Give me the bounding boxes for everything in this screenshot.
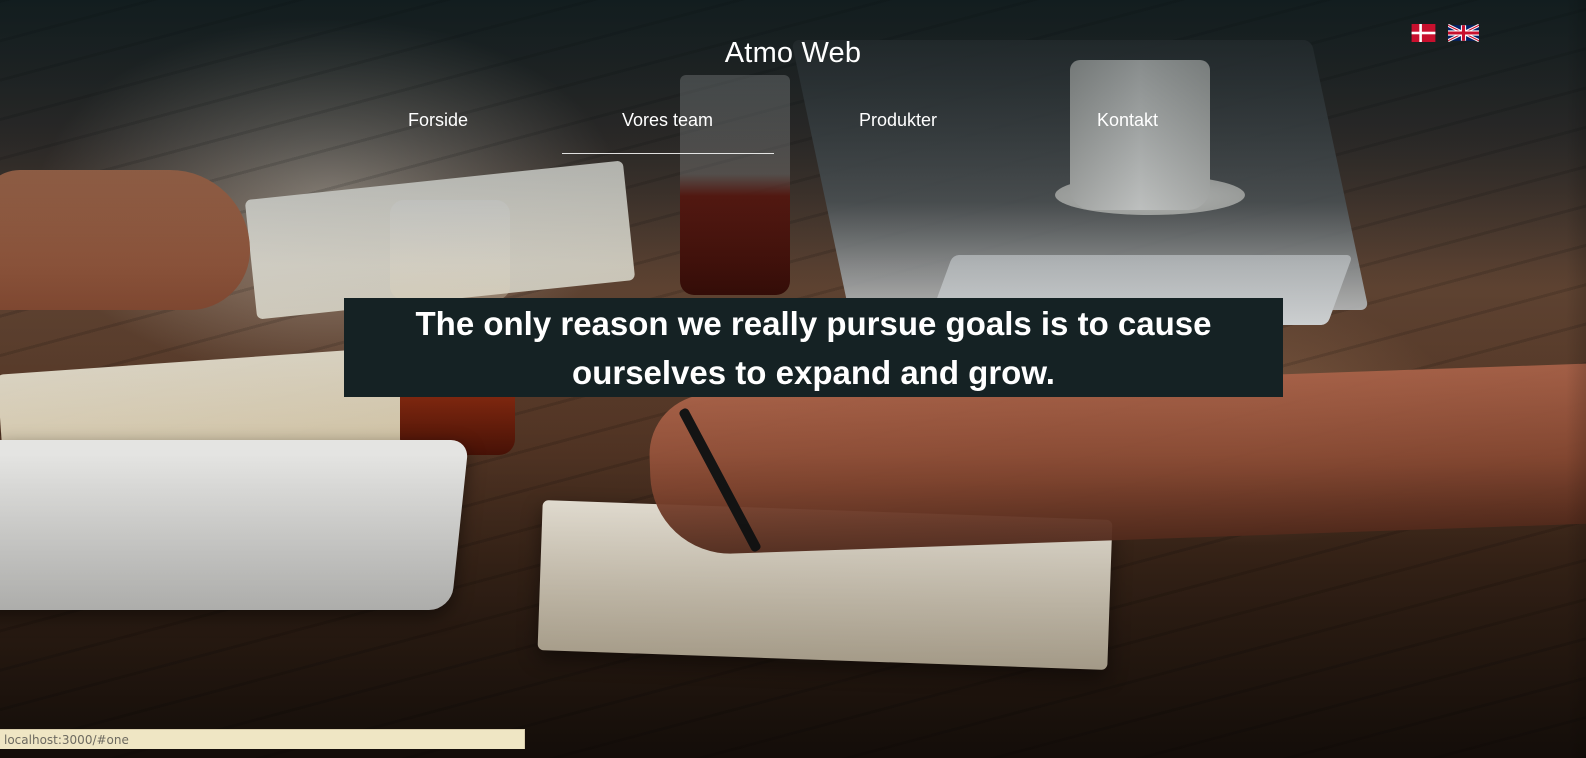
site-title: Atmo Web <box>724 37 862 69</box>
link-status-bar: localhost:3000/#one <box>0 729 525 749</box>
main-navigation: Forside Vores team Produkter Kontakt <box>0 110 1586 140</box>
nav-item-kontakt[interactable]: Kontakt <box>1097 110 1158 131</box>
quote-banner: The only reason we really pursue goals i… <box>344 298 1283 397</box>
active-nav-indicator <box>562 153 774 154</box>
hero-section: Atmo Web Forside Vores team Produkter Ko… <box>0 0 1586 758</box>
hero-quote: The only reason we really pursue goals i… <box>415 304 1212 391</box>
uk-flag-icon[interactable] <box>1448 24 1479 42</box>
nav-item-forside[interactable]: Forside <box>408 110 468 131</box>
nav-item-produkter[interactable]: Produkter <box>859 110 937 131</box>
nav-item-vores-team[interactable]: Vores team <box>622 110 713 131</box>
danish-flag-icon[interactable] <box>1408 24 1439 42</box>
